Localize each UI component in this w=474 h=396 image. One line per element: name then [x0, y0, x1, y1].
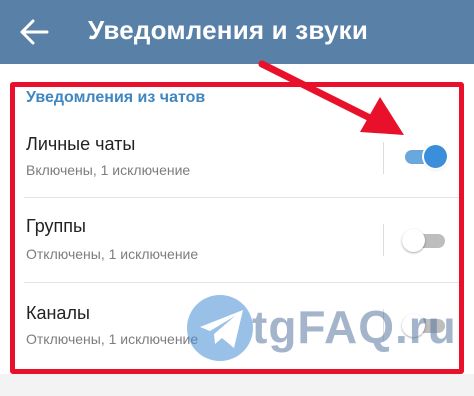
toggle-knob	[402, 229, 425, 252]
bottom-strip	[0, 374, 474, 396]
arrow-left-icon[interactable]	[18, 17, 50, 47]
groups-toggle[interactable]	[402, 226, 448, 254]
row-separator	[24, 282, 460, 283]
row-separator	[24, 197, 460, 198]
divider	[383, 142, 384, 174]
toggle-knob	[424, 145, 447, 168]
setting-title: Группы	[26, 216, 86, 236]
private-chats-toggle[interactable]	[402, 142, 448, 170]
setting-title: Каналы	[26, 303, 90, 323]
divider	[383, 224, 384, 256]
setting-subtitle: Отключены, 1 исключение	[26, 246, 199, 262]
setting-title: Личные чаты	[26, 134, 136, 154]
setting-subtitle: Включены, 1 исключение	[26, 162, 191, 178]
page-title: Уведомления и звуки	[88, 15, 368, 45]
setting-subtitle: Отключены, 1 исключение	[26, 331, 199, 347]
setting-row-private-chats[interactable]: Личные чаты Включены, 1 исключение	[0, 118, 474, 200]
setting-row-groups[interactable]: Группы Отключены, 1 исключение	[0, 200, 474, 282]
watermark-text: tgFAQ.ru	[252, 301, 457, 353]
section-title: Уведомления из чатов	[26, 89, 206, 106]
app-bar: Уведомления и звуки	[0, 0, 474, 64]
